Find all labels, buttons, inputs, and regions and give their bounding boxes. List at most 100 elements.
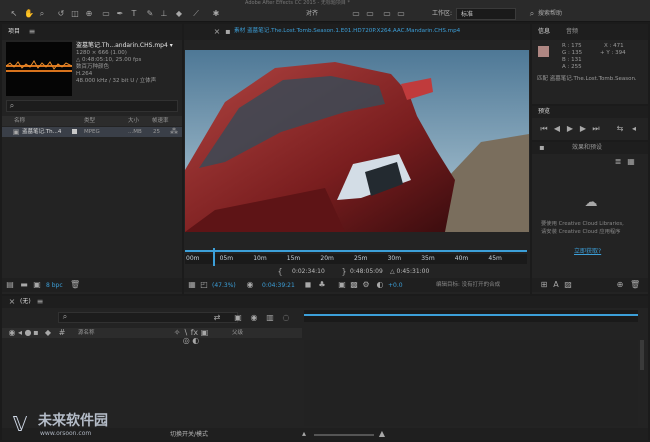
grid-view-icon[interactable]: ▦	[627, 158, 635, 166]
viewer-playhead[interactable]	[212, 248, 215, 266]
region-icon[interactable]: ◰	[200, 281, 208, 289]
rotate-tool-icon[interactable]: ↺	[57, 10, 65, 18]
new-library-icon[interactable]: ⊕	[616, 281, 624, 289]
tab-info[interactable]: 信息	[538, 29, 550, 35]
next-frame-icon[interactable]: ▶	[579, 125, 587, 133]
out-point[interactable]: 0:48:05:09	[350, 269, 383, 275]
roi-icon[interactable]: ▣	[338, 281, 346, 289]
hand-tool-icon[interactable]: ✋	[24, 10, 34, 18]
puppet-tool-icon[interactable]: ✱	[212, 10, 220, 18]
column-parent[interactable]: 父级	[232, 330, 243, 337]
work-area-bar[interactable]	[304, 314, 638, 316]
selection-tool-icon[interactable]: ↖	[10, 10, 18, 18]
file-name[interactable]: 盗墓笔记.Th...andarin.CHS.mp4 ▾	[76, 43, 173, 49]
transparency-grid-icon[interactable]: ▩	[350, 281, 358, 289]
fast-preview-icon[interactable]: ⚙	[362, 281, 370, 289]
text-icon[interactable]: A	[552, 281, 560, 289]
search-help-placeholder[interactable]: 搜索帮助	[538, 11, 562, 17]
timeline-track-area[interactable]	[304, 340, 638, 426]
column-name[interactable]: 名称	[14, 118, 25, 125]
timeline-scrollbar[interactable]	[640, 340, 644, 370]
timeline-search-input[interactable]	[58, 312, 238, 323]
last-frame-icon[interactable]: ⏭	[592, 125, 600, 133]
exposure-value[interactable]: +0.0	[388, 283, 403, 289]
close-icon[interactable]: ×	[213, 28, 221, 36]
zoom-tool-icon[interactable]: ⌕	[38, 10, 46, 18]
zoom-dropdown[interactable]: (47.3%)	[212, 283, 236, 289]
panel-menu-icon[interactable]: ▭	[352, 10, 360, 18]
trash-icon[interactable]: 🗑	[630, 281, 640, 289]
search-icon[interactable]: ⌕	[528, 10, 536, 18]
pan-behind-tool-icon[interactable]: ⊕	[85, 10, 93, 18]
zoom-in-icon[interactable]: ▲	[378, 430, 386, 438]
eye-icon[interactable]: ◉	[8, 329, 16, 337]
play-icon[interactable]: ▶	[566, 125, 574, 133]
bit-depth-toggle[interactable]: 8 bpc	[46, 283, 63, 289]
trash-icon[interactable]: 🗑	[70, 281, 80, 289]
color-icon[interactable]: ▨	[564, 281, 572, 289]
camera-tool-icon[interactable]: ◫	[71, 10, 79, 18]
preview-title[interactable]: 预览	[538, 109, 550, 115]
add-graphic-icon[interactable]: ⊞	[540, 281, 548, 289]
frame-blending-icon[interactable]: ▥	[266, 314, 274, 322]
set-in-point-icon[interactable]: {	[276, 268, 284, 276]
column-source-name[interactable]: 源名称	[78, 330, 95, 337]
motion-blur-icon[interactable]: ◌	[282, 314, 290, 322]
switches-icons[interactable]: ✧ ∖ fx ▣ ◎ ◐	[170, 329, 212, 345]
panel-menu-icon-3[interactable]: ▭	[383, 10, 391, 18]
zoom-out-icon[interactable]: ▴	[300, 430, 308, 438]
in-point[interactable]: 0:02:34:10	[292, 269, 325, 275]
new-folder-icon[interactable]: ▬	[20, 281, 28, 289]
clone-tool-icon[interactable]: ⊥	[160, 10, 168, 18]
roto-tool-icon[interactable]: ⟋	[192, 10, 200, 18]
grid-icon[interactable]: ▦	[188, 281, 196, 289]
pen-tool-icon[interactable]: ✒	[116, 10, 124, 18]
timeline-tab[interactable]: (无)	[20, 299, 31, 305]
set-out-point-icon[interactable]: }	[340, 268, 348, 276]
draft-3d-icon[interactable]: ▣	[234, 314, 242, 322]
loop-icon[interactable]: ⇆	[616, 125, 624, 133]
exposure-icon[interactable]: ◐	[376, 281, 384, 289]
column-size[interactable]: 大小	[128, 118, 139, 125]
audio-icon[interactable]: ◂	[630, 125, 638, 133]
project-search-input[interactable]	[6, 100, 178, 112]
rect-tool-icon[interactable]: ▭	[102, 10, 110, 18]
prev-frame-icon[interactable]: ◀	[553, 125, 561, 133]
panel-menu-icon[interactable]: ≡	[28, 28, 36, 36]
camera-snapshot-icon[interactable]: ◼	[304, 281, 312, 289]
column-type[interactable]: 类型	[84, 118, 95, 125]
project-panel-title[interactable]: 项目	[8, 29, 20, 35]
effects-presets-tab[interactable]: 效果和预设	[572, 145, 602, 151]
type-tool-icon[interactable]: T	[130, 10, 138, 18]
list-view-icon[interactable]: ≣	[614, 158, 622, 166]
close-icon[interactable]: ×	[8, 298, 16, 306]
library-tab-icon[interactable]: ▪	[538, 144, 546, 152]
shy-layers-icon[interactable]: ◉	[250, 314, 258, 322]
comp-flowchart-icon[interactable]: ⇄	[213, 314, 221, 322]
label-icon[interactable]: ◆	[44, 329, 52, 337]
workspace-select[interactable]: 标准	[456, 8, 516, 20]
zoom-slider[interactable]	[314, 434, 374, 436]
new-comp-icon[interactable]: ▣	[33, 281, 41, 289]
lock-icon[interactable]: ▪	[32, 329, 40, 337]
tab-audio[interactable]: 音频	[566, 29, 578, 35]
audio-icon[interactable]: ◂	[16, 329, 24, 337]
panel-menu-icon-4[interactable]: ▭	[397, 10, 405, 18]
panel-menu-icon[interactable]: ≡	[36, 298, 44, 306]
first-frame-icon[interactable]: ⏮	[540, 125, 548, 133]
get-it-now-link[interactable]: 立即获取?	[574, 249, 601, 255]
toggle-switches-modes[interactable]: 切换开关/模式	[170, 432, 208, 438]
brush-tool-icon[interactable]: ✎	[146, 10, 154, 18]
viewer-time-bar[interactable]	[185, 250, 527, 252]
interpret-footage-icon[interactable]: ▤	[6, 281, 14, 289]
channel-icon[interactable]: ♣	[318, 281, 326, 289]
snapshot-icon[interactable]: ◉	[246, 281, 254, 289]
eraser-tool-icon[interactable]: ◆	[175, 10, 183, 18]
align-label[interactable]: 对齐	[306, 11, 318, 17]
label-color-swatch[interactable]	[72, 129, 77, 134]
lock-icon[interactable]: ▪	[224, 28, 232, 36]
panel-menu-icon-2[interactable]: ▭	[366, 10, 374, 18]
viewer-tab-label[interactable]: 素材 盗墓笔记.The.Lost.Tomb.Season.1.E01.HD720…	[234, 28, 460, 35]
current-timecode[interactable]: 0:04:39:21	[262, 283, 295, 289]
solo-icon[interactable]: ●	[24, 329, 32, 337]
